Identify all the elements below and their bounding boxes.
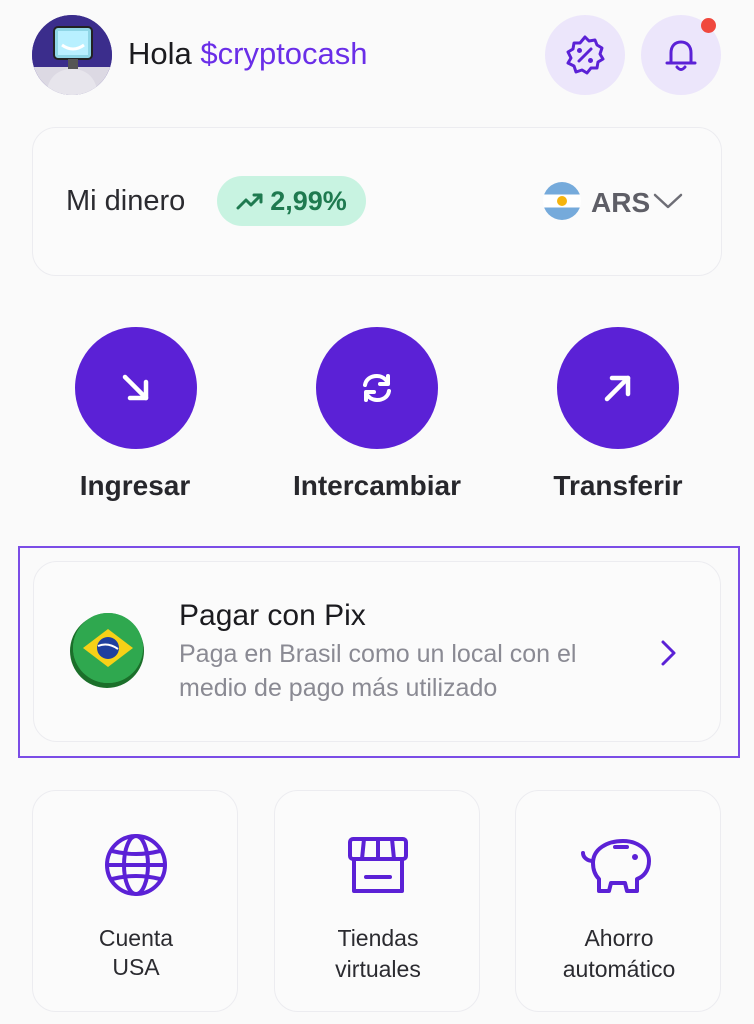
avatar[interactable]: [32, 15, 112, 95]
bell-icon: [665, 40, 697, 71]
trending-up-icon: [236, 193, 263, 210]
greeting-prefix: Hola: [128, 36, 192, 71]
tile-label-line1: Tiendas: [337, 925, 419, 951]
piggy-bank-icon: [579, 833, 659, 902]
brazil-flag-icon: [73, 613, 143, 683]
refresh-icon: [363, 373, 391, 403]
pix-title: Pagar con Pix: [179, 599, 366, 632]
chevron-right-icon[interactable]: [655, 638, 681, 673]
exchange-label: Intercambiar: [292, 470, 462, 501]
arrow-down-right-icon: [122, 374, 149, 401]
arrow-up-right-icon: [604, 375, 631, 402]
deposit-button[interactable]: [75, 327, 197, 449]
usa-account-tile[interactable]: Cuenta USA: [32, 790, 238, 1012]
tile-label-line2: automático: [562, 956, 676, 982]
auto-savings-tile[interactable]: Ahorro automático: [515, 790, 721, 1012]
username: $cryptocash: [200, 36, 368, 71]
tile-label-line1: Cuenta: [98, 925, 174, 951]
change-value: 2,99%: [270, 185, 347, 216]
balance-label: Mi dinero: [66, 185, 186, 217]
tile-label-line2: USA: [112, 954, 160, 980]
chevron-down-icon[interactable]: [652, 190, 684, 217]
discount-badge-icon: [566, 35, 605, 75]
deposit-label: Ingresar: [79, 470, 191, 501]
currency-selector[interactable]: ARS: [591, 186, 650, 220]
globe-icon: [102, 831, 170, 904]
tile-label-line2: virtuales: [335, 956, 421, 982]
promotions-button[interactable]: [545, 15, 625, 95]
argentina-flag-icon[interactable]: [543, 182, 581, 220]
transfer-label: Transferir: [553, 470, 683, 501]
store-icon: [344, 831, 412, 904]
greeting: Hola $cryptocash: [128, 33, 368, 75]
notification-dot: [701, 18, 716, 33]
transfer-button[interactable]: [557, 327, 679, 449]
pix-description: Paga en Brasil como un local con el medi…: [179, 640, 577, 702]
user-avatar-icon: [32, 15, 112, 95]
exchange-button[interactable]: [316, 327, 438, 449]
virtual-stores-tile[interactable]: Tiendas virtuales: [274, 790, 480, 1012]
change-badge: 2,99%: [217, 176, 366, 226]
tile-label-line1: Ahorro: [584, 925, 654, 951]
